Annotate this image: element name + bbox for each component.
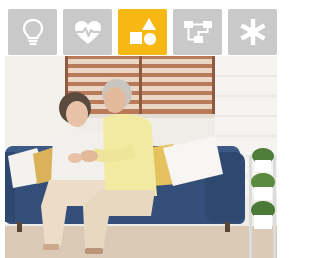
tab-asterisk[interactable]	[228, 9, 277, 55]
asterisk-icon	[239, 19, 266, 45]
tab-lightbulb[interactable]	[8, 9, 57, 55]
shapes-icon	[129, 17, 157, 47]
lightbulb-icon	[22, 18, 44, 46]
heart-pulse-icon	[73, 19, 103, 45]
tab-flowchart[interactable]	[173, 9, 222, 55]
elderly-couple-photo	[5, 56, 277, 258]
tab-heart-pulse[interactable]	[63, 9, 112, 55]
icon-tab-bar	[0, 0, 277, 56]
flowchart-icon	[183, 19, 213, 45]
tab-shapes[interactable]	[118, 9, 167, 55]
